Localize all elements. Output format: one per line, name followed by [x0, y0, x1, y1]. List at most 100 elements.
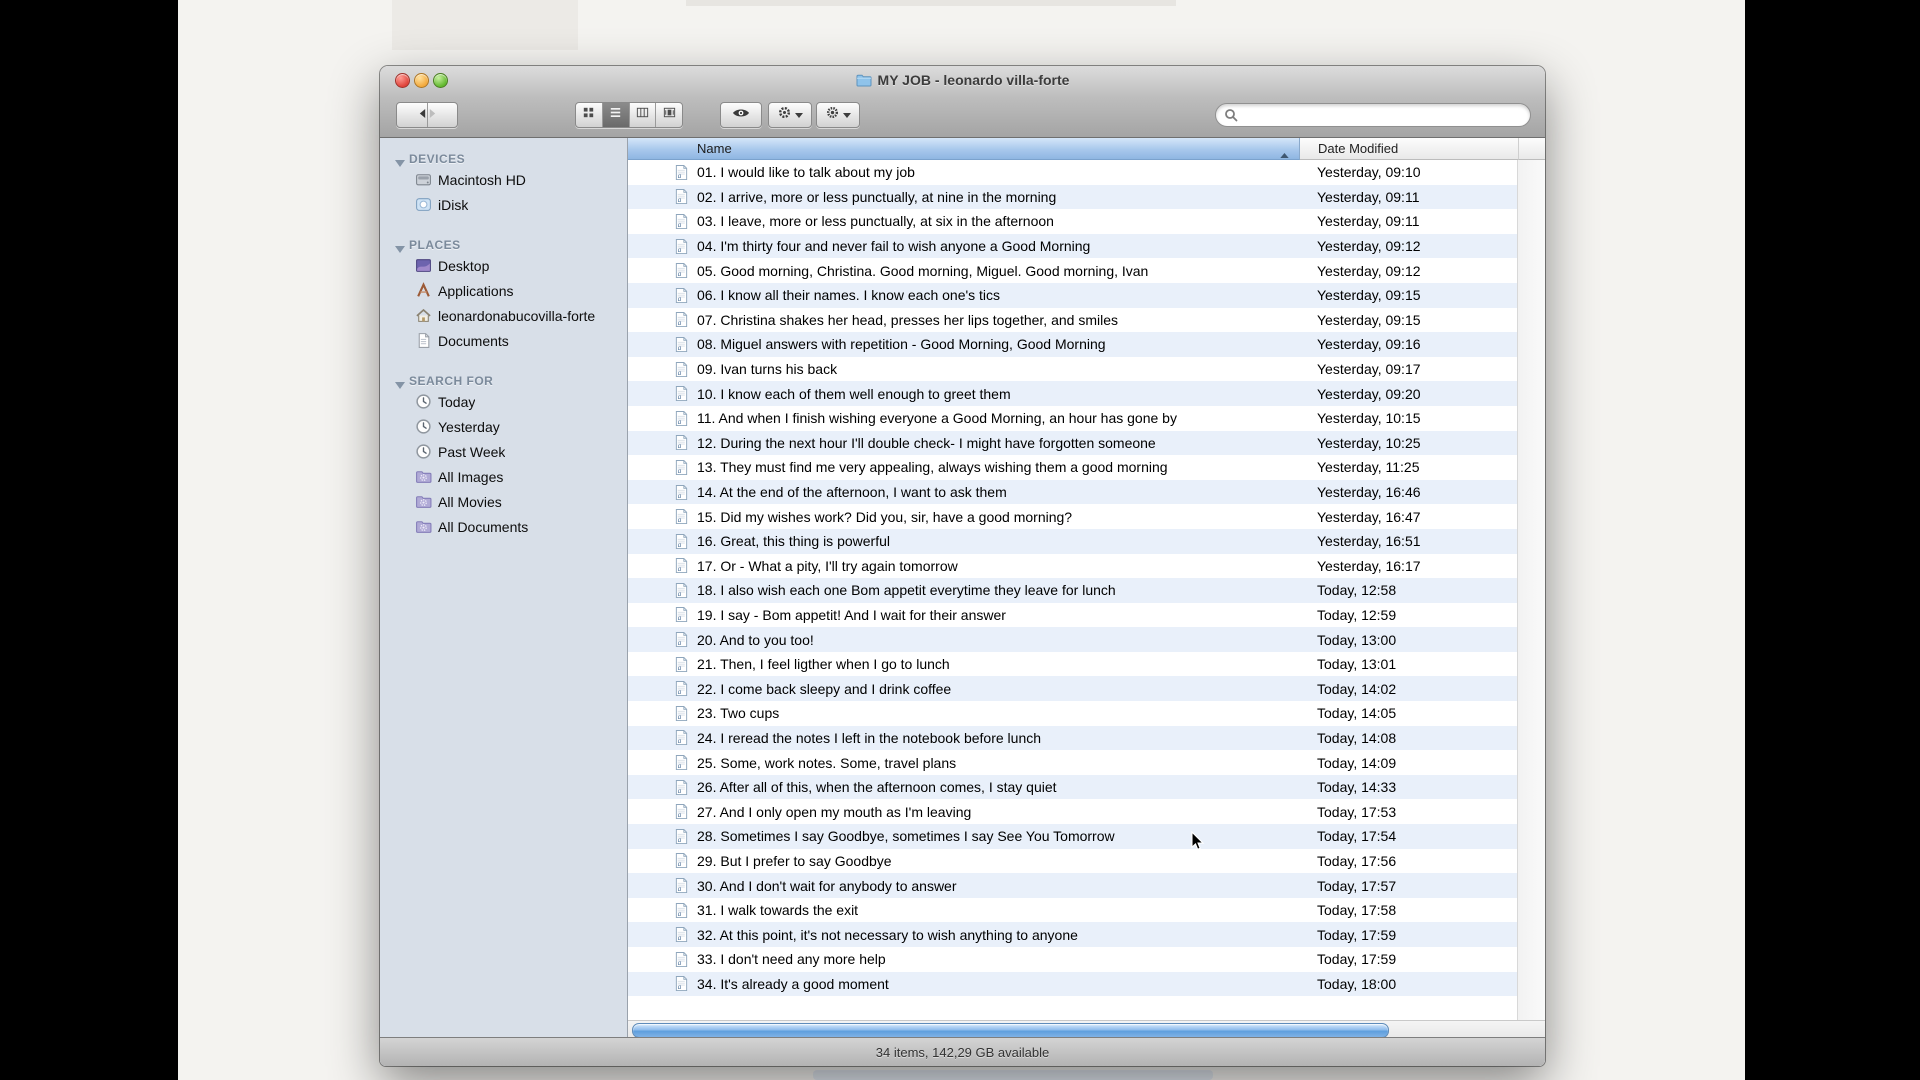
- action-menu-button[interactable]: [768, 102, 812, 128]
- sidebar-item-applications[interactable]: Applications: [380, 278, 627, 303]
- sidebar-section: DEVICES Macintosh HD iDisk: [380, 151, 627, 217]
- sidebar-item-documents[interactable]: Documents: [380, 328, 627, 353]
- file-row[interactable]: a 29. But I prefer to say Goodbye Today,…: [628, 849, 1517, 874]
- background-artifact: [686, 0, 1176, 6]
- icon-view-icon: [581, 105, 596, 125]
- sidebar-item-today[interactable]: Today: [380, 389, 627, 414]
- sidebar-item-leonardonabucovilla-forte[interactable]: leonardonabucovilla-forte: [380, 303, 627, 328]
- horizontal-scroll-thumb[interactable]: [632, 1023, 1389, 1038]
- file-row[interactable]: a 16. Great, this thing is powerful Yest…: [628, 529, 1517, 554]
- forward-button[interactable]: [427, 103, 437, 127]
- sidebar-item-label: Applications: [438, 283, 514, 299]
- file-row[interactable]: a 19. I say - Bom appetit! And I wait fo…: [628, 603, 1517, 628]
- file-row[interactable]: a 28. Sometimes I say Goodbye, sometimes…: [628, 824, 1517, 849]
- letterbox-bar-right: [1745, 0, 1920, 1080]
- text-document-icon: a: [674, 582, 689, 599]
- file-row[interactable]: a 24. I reread the notes I left in the n…: [628, 726, 1517, 751]
- file-row[interactable]: a 10. I know each of them well enough to…: [628, 381, 1517, 406]
- file-row[interactable]: a 33. I don't need any more help Today, …: [628, 947, 1517, 972]
- file-row[interactable]: a 34. It's already a good moment Today, …: [628, 972, 1517, 997]
- sidebar-section-header[interactable]: PLACES: [380, 237, 627, 253]
- svg-text:a: a: [678, 418, 682, 426]
- file-name: 22. I come back sleepy and I drink coffe…: [697, 681, 951, 697]
- text-document-icon: a: [674, 828, 689, 845]
- sidebar-section-header[interactable]: SEARCH FOR: [380, 373, 627, 389]
- file-row[interactable]: a 05. Good morning, Christina. Good morn…: [628, 258, 1517, 283]
- column-header-date-modified[interactable]: Date Modified: [1300, 138, 1519, 160]
- file-row[interactable]: a 08. Miguel answers with repetition - G…: [628, 332, 1517, 357]
- coverflow-view-icon: [662, 105, 677, 125]
- smart-folder-icon: [415, 493, 432, 510]
- sidebar-section-items: Macintosh HD iDisk: [380, 167, 627, 217]
- text-document-icon: a: [674, 459, 689, 476]
- back-button[interactable]: [418, 103, 427, 127]
- file-row[interactable]: a 07. Christina shakes her head, presses…: [628, 308, 1517, 333]
- sidebar-item-all-documents[interactable]: All Documents: [380, 514, 627, 539]
- file-row[interactable]: a 12. During the next hour I'll double c…: [628, 431, 1517, 456]
- navigation-buttons: [396, 102, 458, 128]
- svg-text:a: a: [678, 443, 682, 451]
- text-document-icon: a: [674, 213, 689, 230]
- sidebar-item-macintosh-hd[interactable]: Macintosh HD: [380, 167, 627, 192]
- svg-text:a: a: [678, 934, 682, 942]
- file-row[interactable]: a 23. Two cups Today, 14:05: [628, 701, 1517, 726]
- file-name: 06. I know all their names. I know each …: [697, 287, 1000, 303]
- file-row[interactable]: a 30. And I don't wait for anybody to an…: [628, 873, 1517, 898]
- file-date: Today, 17:59: [1317, 951, 1396, 967]
- text-document-icon: a: [674, 557, 689, 574]
- desktop-icon: [415, 257, 432, 274]
- file-name: 04. I'm thirty four and never fail to wi…: [697, 238, 1090, 254]
- file-row[interactable]: a 09. Ivan turns his back Yesterday, 09:…: [628, 357, 1517, 382]
- file-row[interactable]: a 03. I leave, more or less punctually, …: [628, 209, 1517, 234]
- file-name: 24. I reread the notes I left in the not…: [697, 730, 1041, 746]
- list-view-button[interactable]: [602, 103, 629, 127]
- svg-text:a: a: [678, 320, 682, 328]
- file-row[interactable]: a 25. Some, work notes. Some, travel pla…: [628, 750, 1517, 775]
- file-row[interactable]: a 13. They must find me very appealing, …: [628, 455, 1517, 480]
- file-row[interactable]: a 06. I know all their names. I know eac…: [628, 283, 1517, 308]
- vertical-scrollbar-track: [1517, 160, 1545, 1020]
- file-row[interactable]: a 20. And to you too! Today, 13:00: [628, 627, 1517, 652]
- sidebar-item-desktop[interactable]: Desktop: [380, 253, 627, 278]
- file-row[interactable]: a 15. Did my wishes work? Did you, sir, …: [628, 504, 1517, 529]
- file-row[interactable]: a 17. Or - What a pity, I'll try again t…: [628, 554, 1517, 579]
- sidebar-item-idisk[interactable]: iDisk: [380, 192, 627, 217]
- file-row[interactable]: a 27. And I only open my mouth as I'm le…: [628, 799, 1517, 824]
- column-header-name[interactable]: Name: [628, 138, 1300, 160]
- sidebar-item-yesterday[interactable]: Yesterday: [380, 414, 627, 439]
- file-date: Yesterday, 09:12: [1317, 263, 1421, 279]
- file-row[interactable]: a 22. I come back sleepy and I drink cof…: [628, 676, 1517, 701]
- gear-menu-button[interactable]: [816, 102, 860, 128]
- horizontal-scrollbar: [628, 1020, 1545, 1038]
- sidebar-section: PLACES Desktop Applications leonardonabu…: [380, 237, 627, 353]
- file-row[interactable]: a 26. After all of this, when the aftern…: [628, 775, 1517, 800]
- sidebar-section-header[interactable]: DEVICES: [380, 151, 627, 167]
- file-date: Yesterday, 10:15: [1317, 410, 1421, 426]
- file-row[interactable]: a 14. At the end of the afternoon, I wan…: [628, 480, 1517, 505]
- file-date: Today, 12:58: [1317, 582, 1396, 598]
- sidebar-item-all-images[interactable]: All Images: [380, 464, 627, 489]
- quicklook-button[interactable]: [720, 102, 762, 128]
- file-row[interactable]: a 21. Then, I feel ligther when I go to …: [628, 652, 1517, 677]
- sidebar-section-items: Today Yesterday Past Week All Images All…: [380, 389, 627, 539]
- file-row[interactable]: a 04. I'm thirty four and never fail to …: [628, 234, 1517, 259]
- search-input[interactable]: [1215, 103, 1531, 127]
- column-view-button[interactable]: [629, 103, 656, 127]
- file-date: Yesterday, 09:15: [1317, 287, 1421, 303]
- column-header-gutter: [1519, 138, 1545, 160]
- svg-text:a: a: [678, 369, 682, 377]
- file-date: Yesterday, 10:25: [1317, 435, 1421, 451]
- file-row[interactable]: a 02. I arrive, more or less punctually,…: [628, 185, 1517, 210]
- chevron-down-icon: [795, 113, 803, 118]
- file-row[interactable]: a 01. I would like to talk about my job …: [628, 160, 1517, 185]
- file-name: 23. Two cups: [697, 705, 779, 721]
- file-name: 17. Or - What a pity, I'll try again tom…: [697, 558, 958, 574]
- sidebar-item-all-movies[interactable]: All Movies: [380, 489, 627, 514]
- sidebar-item-past-week[interactable]: Past Week: [380, 439, 627, 464]
- file-row[interactable]: a 32. At this point, it's not necessary …: [628, 922, 1517, 947]
- file-row[interactable]: a 11. And when I finish wishing everyone…: [628, 406, 1517, 431]
- file-row[interactable]: a 31. I walk towards the exit Today, 17:…: [628, 898, 1517, 923]
- file-row[interactable]: a 18. I also wish each one Bom appetit e…: [628, 578, 1517, 603]
- icon-view-button[interactable]: [576, 103, 602, 127]
- coverflow-view-button[interactable]: [655, 103, 682, 127]
